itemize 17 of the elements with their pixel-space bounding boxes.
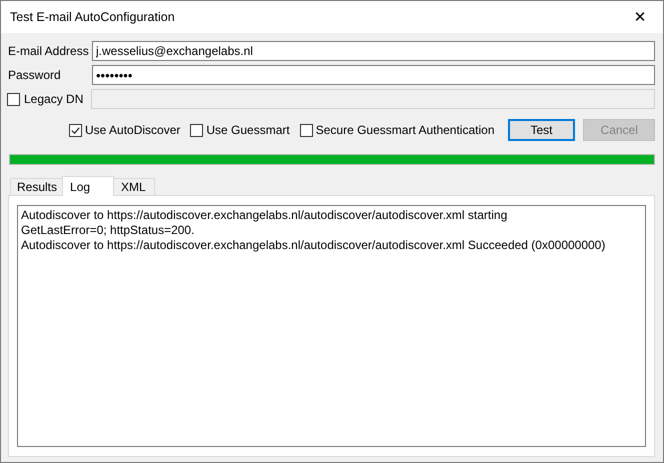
close-button[interactable]: ✕ (617, 1, 663, 33)
tab[interactable]: Log (62, 176, 114, 196)
log-line: Autodiscover to https://autodiscover.exchangelabs.nl/autodiscover/autodiscover.xml starting (21, 208, 508, 223)
input-field[interactable]: j.wesselius@exchangelabs.nl (92, 41, 655, 61)
tab[interactable]: XML (112, 178, 156, 195)
field-label: Password (7, 68, 62, 82)
checkbox-label: Use Guessmart (206, 123, 290, 137)
input-field[interactable]: •••••••• (92, 65, 655, 85)
checkbox-label: Secure Guessmart Authentication (316, 123, 494, 137)
log-line: Autodiscover to https://autodiscover.exchangelabs.nl/autodiscover/autodiscover.xml Succeeded (0x00000000) (21, 238, 606, 253)
test-button[interactable]: Test (508, 119, 576, 141)
window-title: Test E-mail AutoConfiguration (10, 10, 175, 24)
field-label: E-mail Address (7, 44, 90, 58)
checkbox-label: Use AutoDiscover (85, 123, 180, 137)
checkbox-label: Legacy DN (24, 92, 84, 106)
log-line: GetLastError=0; httpStatus=200. (21, 223, 196, 238)
tab[interactable]: Results (10, 178, 64, 195)
